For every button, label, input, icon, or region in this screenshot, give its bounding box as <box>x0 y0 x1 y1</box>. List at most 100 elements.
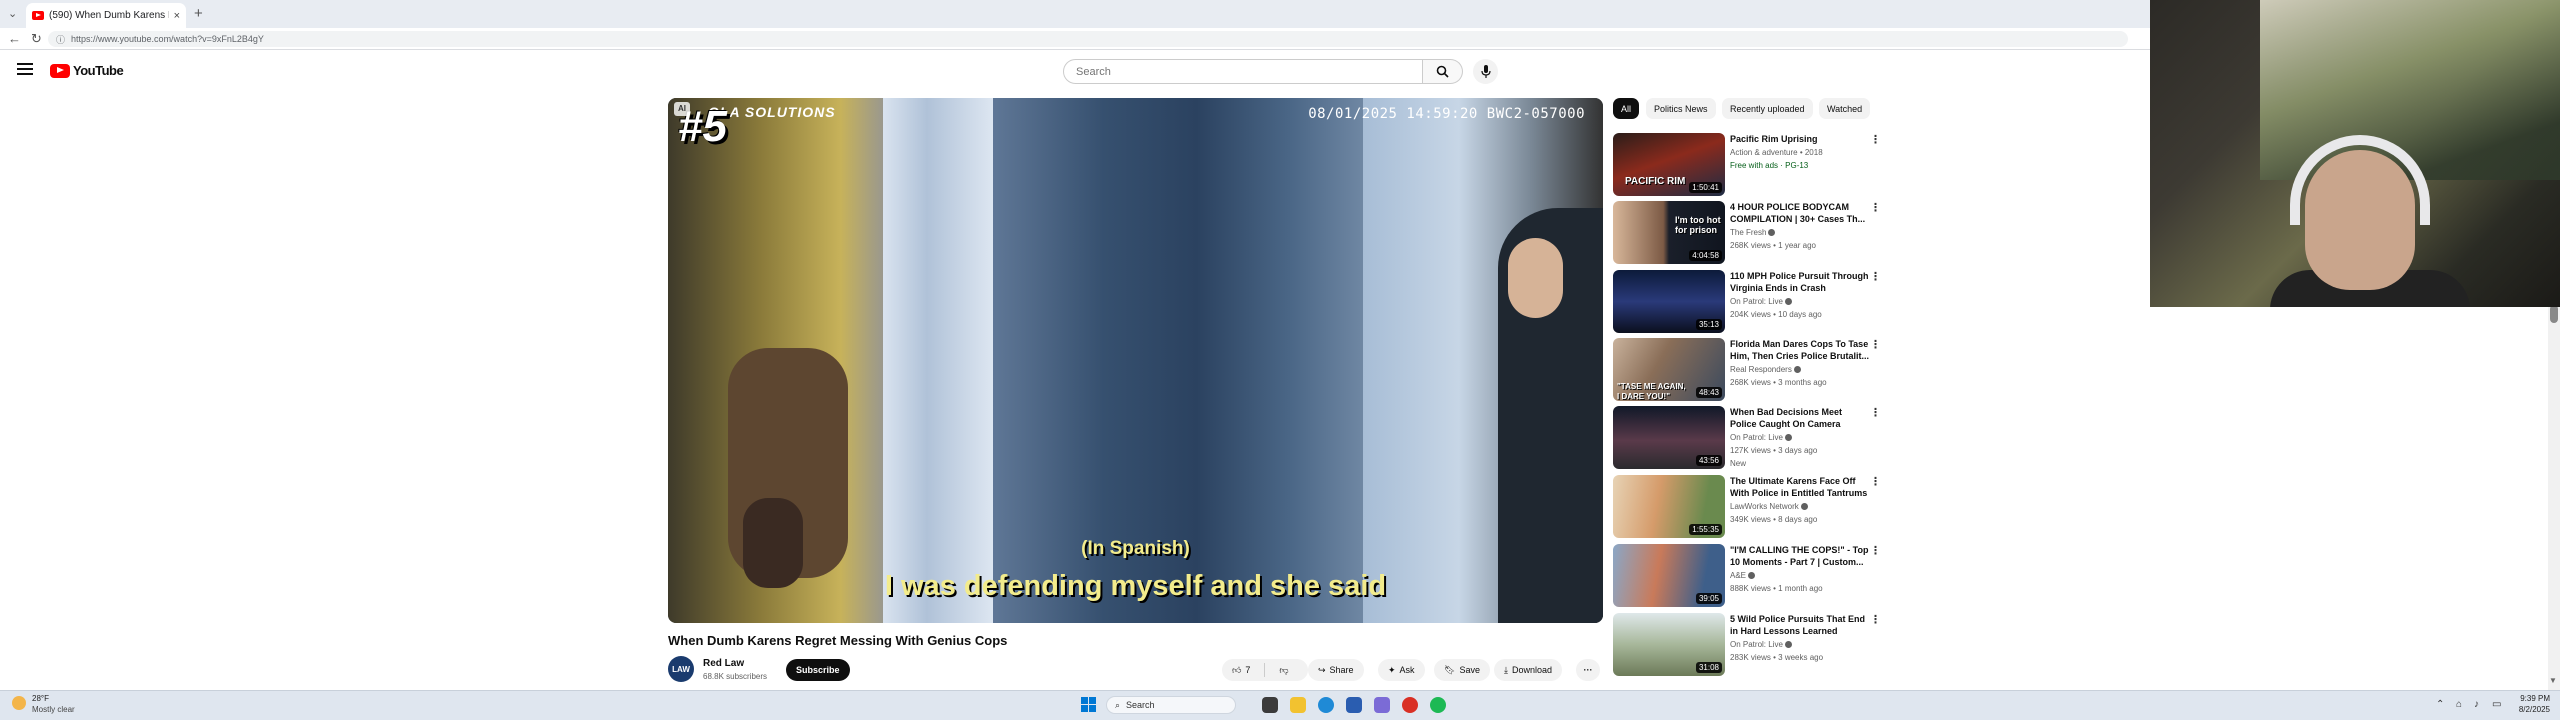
more-options-icon[interactable]: ⋮ <box>1870 270 1881 283</box>
share-button[interactable]: ↪ Share <box>1308 659 1364 681</box>
recommendation-title[interactable]: 5 Wild Police Pursuits That End in Hard … <box>1730 613 1870 637</box>
channel-name-text: On Patrol: Live <box>1730 640 1783 649</box>
tray-overflow-icon[interactable]: ⌃ <box>2436 699 2444 710</box>
channel-name-text: On Patrol: Live <box>1730 297 1783 306</box>
task-view-icon[interactable] <box>1262 697 1278 713</box>
search-input[interactable] <box>1063 59 1423 84</box>
more-options-icon[interactable]: ⋮ <box>1870 133 1881 146</box>
video-thumbnail[interactable]: "TASE ME AGAIN, I DARE YOU!" 48:43 <box>1613 338 1725 401</box>
store-icon[interactable] <box>1346 697 1362 713</box>
weather-moon-icon[interactable] <box>12 696 26 710</box>
save-button[interactable]: 🔖︎ Save <box>1434 659 1490 681</box>
video-thumbnail[interactable]: I'm too hot for prison 4:04:58 <box>1613 201 1725 264</box>
video-thumbnail[interactable]: 31:08 <box>1613 613 1725 676</box>
recommendation-title[interactable]: The Ultimate Karens Face Off With Police… <box>1730 475 1870 499</box>
verified-icon <box>1784 641 1792 649</box>
search-button[interactable] <box>1423 59 1463 84</box>
more-options-icon[interactable]: ⋮ <box>1870 406 1881 419</box>
recommendation-channel[interactable]: Real Responders <box>1730 365 1801 374</box>
address-bar[interactable]: ⓘ https://www.youtube.com/watch?v=9xFnL2… <box>48 31 2128 47</box>
video-thumbnail[interactable]: 1:55:35 <box>1613 475 1725 538</box>
recommendation-meta: 349K views • 8 days ago <box>1730 515 1818 524</box>
ai-badge-icon: AI <box>674 102 690 116</box>
recommendation-title[interactable]: 4 HOUR POLICE BODYCAM COMPILATION | 30+ … <box>1730 201 1870 225</box>
scrollbar-thumb[interactable] <box>2550 305 2558 323</box>
windows-start-icon[interactable] <box>1081 697 1096 712</box>
youtube-logo[interactable]: YouTube <box>50 63 124 78</box>
video-thumbnail[interactable]: 39:05 <box>1613 544 1725 607</box>
recommendation-channel[interactable]: The Fresh <box>1730 228 1776 237</box>
share-arrow-icon: ↪ <box>1318 664 1326 675</box>
tab-list-button[interactable]: ⌄ <box>8 7 17 20</box>
chip-all[interactable]: All <box>1613 98 1640 119</box>
voice-search-button[interactable] <box>1473 59 1498 84</box>
more-options-icon[interactable]: ⋮ <box>1870 201 1881 214</box>
bodycam-timestamp-overlay: 08/01/2025 14:59:20 BWC2-057000 <box>1308 106 1585 122</box>
recommendation-item[interactable]: 1:55:35 The Ultimate Karens Face Off Wit… <box>1613 475 1881 541</box>
close-tab-icon[interactable]: × <box>174 10 180 22</box>
thumbnail-caption: PACIFIC RIM <box>1625 176 1686 187</box>
reload-icon[interactable]: ↻ <box>31 31 42 47</box>
battery-icon[interactable]: ▭ <box>2492 699 2501 710</box>
volume-icon[interactable]: ♪ <box>2474 699 2479 710</box>
menu-icon[interactable] <box>17 63 33 75</box>
ask-button[interactable]: ✦ Ask <box>1378 659 1425 681</box>
recommendation-item[interactable]: I'm too hot for prison 4:04:58 4 HOUR PO… <box>1613 201 1881 267</box>
recommendation-channel[interactable]: On Patrol: Live <box>1730 640 1792 649</box>
chip-watched[interactable]: Watched <box>1819 98 1871 119</box>
scroll-down-arrow-icon[interactable]: ▼ <box>2549 676 2557 685</box>
file-explorer-icon[interactable] <box>1290 697 1306 713</box>
recommendation-item[interactable]: 43:56 When Bad Decisions Meet Police Cau… <box>1613 406 1881 472</box>
video-thumbnail[interactable]: PACIFIC RIM 1:50:41 <box>1613 133 1725 196</box>
like-button[interactable]: 👍︎ 7 <box>1222 659 1260 681</box>
recommendation-title[interactable]: "I'M CALLING THE COPS!" - Top 10 Moments… <box>1730 544 1870 568</box>
chrome-browser-icon[interactable] <box>1402 697 1418 713</box>
channel-name[interactable]: Red Law <box>703 658 744 669</box>
recommendation-item[interactable]: "TASE ME AGAIN, I DARE YOU!" 48:43 Flori… <box>1613 338 1881 404</box>
more-actions-button[interactable]: ··· <box>1576 659 1600 681</box>
back-arrow-icon[interactable]: ← <box>8 31 21 46</box>
subscribe-button[interactable]: Subscribe <box>786 659 850 681</box>
network-icon[interactable]: ⌂ <box>2456 699 2462 710</box>
download-button[interactable]: ⤓ Download <box>1494 659 1563 681</box>
taskbar-search[interactable]: ⌕ Search <box>1106 696 1236 714</box>
site-info-icon[interactable]: ⓘ <box>56 33 65 46</box>
recommendation-item[interactable]: 31:08 5 Wild Police Pursuits That End in… <box>1613 613 1881 679</box>
recommendation-channel[interactable]: LawWorks Network <box>1730 502 1808 511</box>
more-options-icon[interactable]: ⋮ <box>1870 475 1881 488</box>
clock-date[interactable]: 8/2/2025 <box>2510 705 2550 714</box>
recommendation-item[interactable]: 39:05 "I'M CALLING THE COPS!" - Top 10 M… <box>1613 544 1881 610</box>
clock-time[interactable]: 9:39 PM <box>2510 694 2550 703</box>
browser-tab-active[interactable]: (590) When Dumb Karens Re... × <box>26 3 186 28</box>
recommendation-item[interactable]: PACIFIC RIM 1:50:41 Pacific Rim Uprising… <box>1613 133 1881 199</box>
spotify-icon[interactable] <box>1430 697 1446 713</box>
weather-description[interactable]: Mostly clear <box>32 705 75 714</box>
recommendation-channel[interactable]: A&E <box>1730 571 1756 580</box>
discord-icon[interactable] <box>1374 697 1390 713</box>
recommendation-title[interactable]: Pacific Rim Uprising <box>1730 133 1870 145</box>
video-thumbnail[interactable]: 43:56 <box>1613 406 1725 469</box>
edge-browser-icon[interactable] <box>1318 697 1334 713</box>
tab-title: (590) When Dumb Karens Re... <box>49 10 169 21</box>
more-options-icon[interactable]: ⋮ <box>1870 613 1881 626</box>
video-thumbnail[interactable]: 35:13 <box>1613 270 1725 333</box>
search-icon: ⌕ <box>1115 699 1121 710</box>
more-options-icon[interactable]: ⋮ <box>1870 338 1881 351</box>
recommendation-item[interactable]: 35:13 110 MPH Police Pursuit Through Vir… <box>1613 270 1881 336</box>
like-count: 7 <box>1245 665 1251 675</box>
save-label: Save <box>1459 665 1480 675</box>
new-tab-button[interactable]: + <box>194 5 203 22</box>
more-options-icon[interactable]: ⋮ <box>1870 544 1881 557</box>
dislike-button[interactable]: 👎︎ <box>1269 659 1298 681</box>
recommendation-channel[interactable]: On Patrol: Live <box>1730 433 1792 442</box>
recommendation-title[interactable]: 110 MPH Police Pursuit Through Virginia … <box>1730 270 1870 294</box>
recommendation-title[interactable]: When Bad Decisions Meet Police Caught On… <box>1730 406 1870 430</box>
video-player[interactable]: OLA SOLUTIONS 08/01/2025 14:59:20 BWC2-0… <box>668 98 1603 623</box>
channel-avatar[interactable]: LAW <box>668 656 694 682</box>
chip-recently-uploaded[interactable]: Recently uploaded <box>1722 98 1813 119</box>
recommendation-title[interactable]: Florida Man Dares Cops To Tase Him, Then… <box>1730 338 1870 362</box>
recommendation-channel[interactable]: Action & adventure • 2018 <box>1730 148 1823 157</box>
recommendation-channel[interactable]: On Patrol: Live <box>1730 297 1792 306</box>
chip-politics-news[interactable]: Politics News <box>1646 98 1716 119</box>
weather-temperature[interactable]: 28°F <box>32 694 49 703</box>
